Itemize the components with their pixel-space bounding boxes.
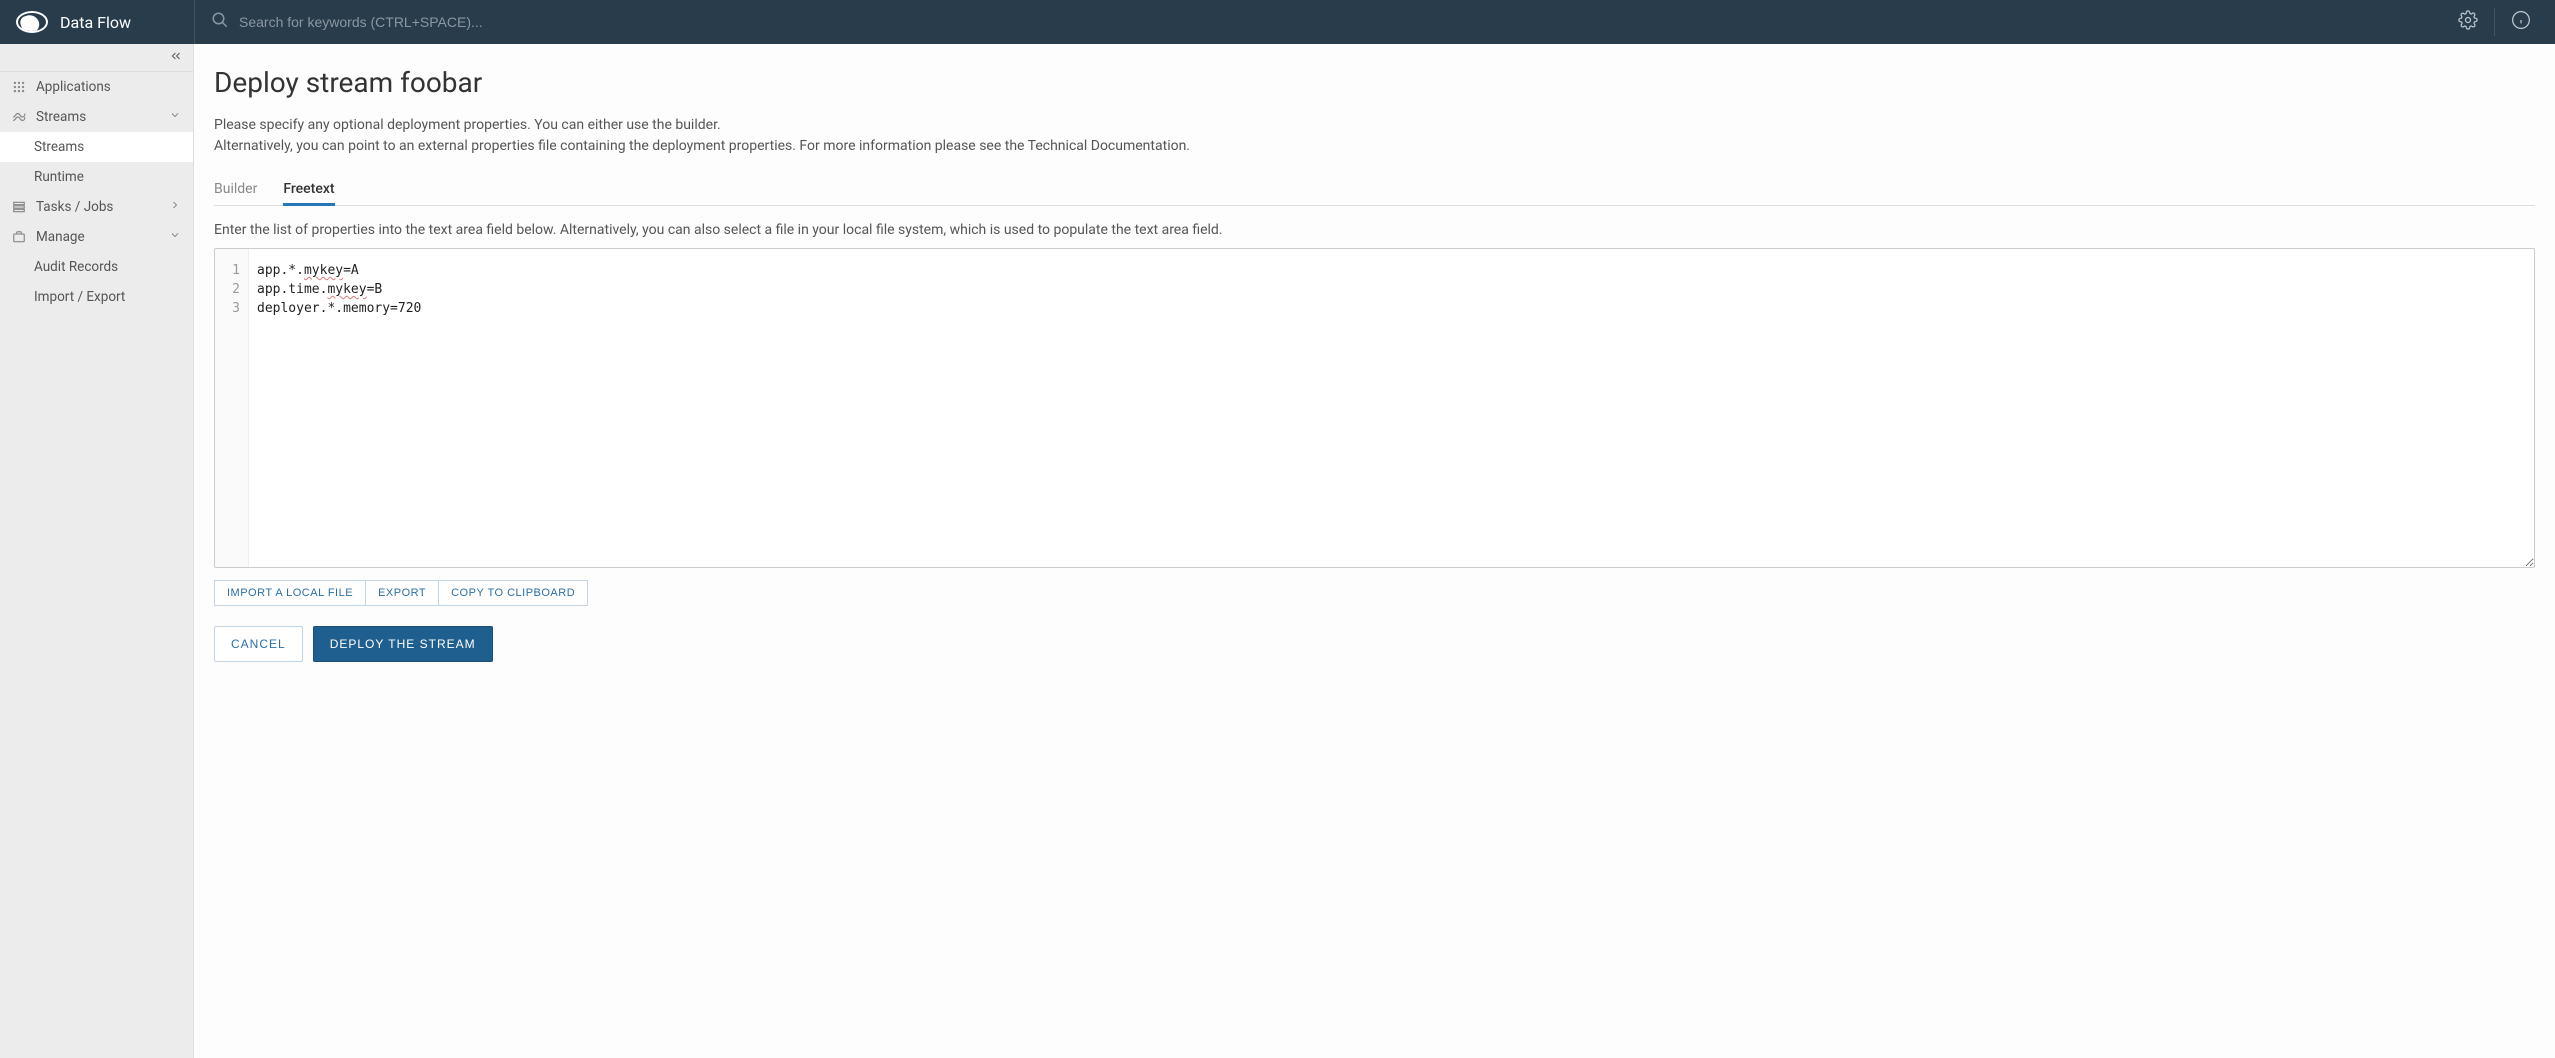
sidebar-collapse-bar: [0, 44, 193, 72]
properties-editor[interactable]: 1 2 3 app.*.mykey=A app.time.mykey=B dep…: [214, 248, 2535, 568]
page-description: Please specify any optional deployment p…: [214, 115, 2535, 157]
app-logo-icon: [16, 11, 48, 33]
line-number: 2: [219, 280, 240, 299]
info-button[interactable]: [2503, 4, 2539, 40]
search-bar[interactable]: [211, 11, 2450, 33]
page-desc-line: Alternatively, you can point to an exter…: [214, 136, 2535, 157]
sidebar-item-label: Streams: [36, 109, 86, 125]
sidebar-item-label: Applications: [36, 79, 111, 95]
grid-icon: [12, 80, 30, 94]
chevron-down-icon: [169, 109, 181, 125]
chevron-right-icon: [169, 199, 181, 215]
tabs: Builder Freetext: [214, 175, 2535, 206]
tasks-icon: [12, 200, 30, 214]
copy-to-clipboard-button[interactable]: COPY TO CLIPBOARD: [439, 580, 588, 606]
sidebar-item-streams[interactable]: Streams: [0, 102, 193, 132]
app-header: Data Flow: [0, 0, 2555, 44]
sidebar-subitem-streams[interactable]: Streams: [0, 132, 193, 162]
sidebar-item-applications[interactable]: Applications: [0, 72, 193, 102]
chevron-down-icon: [169, 229, 181, 245]
main-content: Deploy stream foobar Please specify any …: [194, 44, 2555, 1058]
collapse-sidebar-icon[interactable]: [169, 49, 183, 67]
settings-button[interactable]: [2450, 4, 2486, 40]
sidebar-subitem-import-export[interactable]: Import / Export: [0, 282, 193, 312]
export-button[interactable]: EXPORT: [366, 580, 439, 606]
header-actions: [2450, 4, 2539, 40]
sidebar-item-label: Runtime: [34, 169, 84, 185]
streams-icon: [12, 110, 30, 124]
sidebar-subitem-audit-records[interactable]: Audit Records: [0, 252, 193, 282]
sidebar-item-label: Audit Records: [34, 259, 118, 275]
info-icon: [2511, 10, 2531, 34]
logo[interactable]: Data Flow: [16, 11, 194, 33]
header-divider: [194, 0, 195, 44]
search-input[interactable]: [239, 14, 2450, 30]
sidebar-item-tasks-jobs[interactable]: Tasks / Jobs: [0, 192, 193, 222]
page-desc-line: Please specify any optional deployment p…: [214, 115, 2535, 136]
sidebar-item-label: Tasks / Jobs: [36, 199, 113, 215]
editor-toolbar: IMPORT A LOCAL FILE EXPORT COPY TO CLIPB…: [214, 580, 2535, 606]
editor-textarea[interactable]: app.*.mykey=A app.time.mykey=B deployer.…: [249, 249, 2534, 567]
deploy-stream-button[interactable]: DEPLOY THE STREAM: [313, 626, 493, 662]
app-name: Data Flow: [60, 13, 131, 32]
manage-icon: [12, 230, 30, 244]
tab-builder[interactable]: Builder: [214, 175, 257, 206]
import-local-file-button[interactable]: IMPORT A LOCAL FILE: [214, 580, 366, 606]
line-number: 3: [219, 299, 240, 318]
action-buttons: CANCEL DEPLOY THE STREAM: [214, 626, 2535, 662]
editor-gutter: 1 2 3: [215, 249, 249, 567]
tab-freetext[interactable]: Freetext: [283, 175, 334, 206]
editor-hint: Enter the list of properties into the te…: [214, 222, 2535, 238]
sidebar-subitem-runtime[interactable]: Runtime: [0, 162, 193, 192]
header-action-divider: [2494, 8, 2495, 36]
sidebar-item-manage[interactable]: Manage: [0, 222, 193, 252]
sidebar: Applications Streams Streams Runtime Tas…: [0, 44, 194, 1058]
sidebar-item-label: Manage: [36, 229, 85, 245]
page-title: Deploy stream foobar: [214, 66, 2535, 99]
cancel-button[interactable]: CANCEL: [214, 626, 303, 662]
search-icon: [211, 11, 229, 33]
sidebar-item-label: Streams: [34, 139, 84, 155]
gear-icon: [2458, 10, 2478, 34]
sidebar-item-label: Import / Export: [34, 289, 125, 305]
line-number: 1: [219, 261, 240, 280]
